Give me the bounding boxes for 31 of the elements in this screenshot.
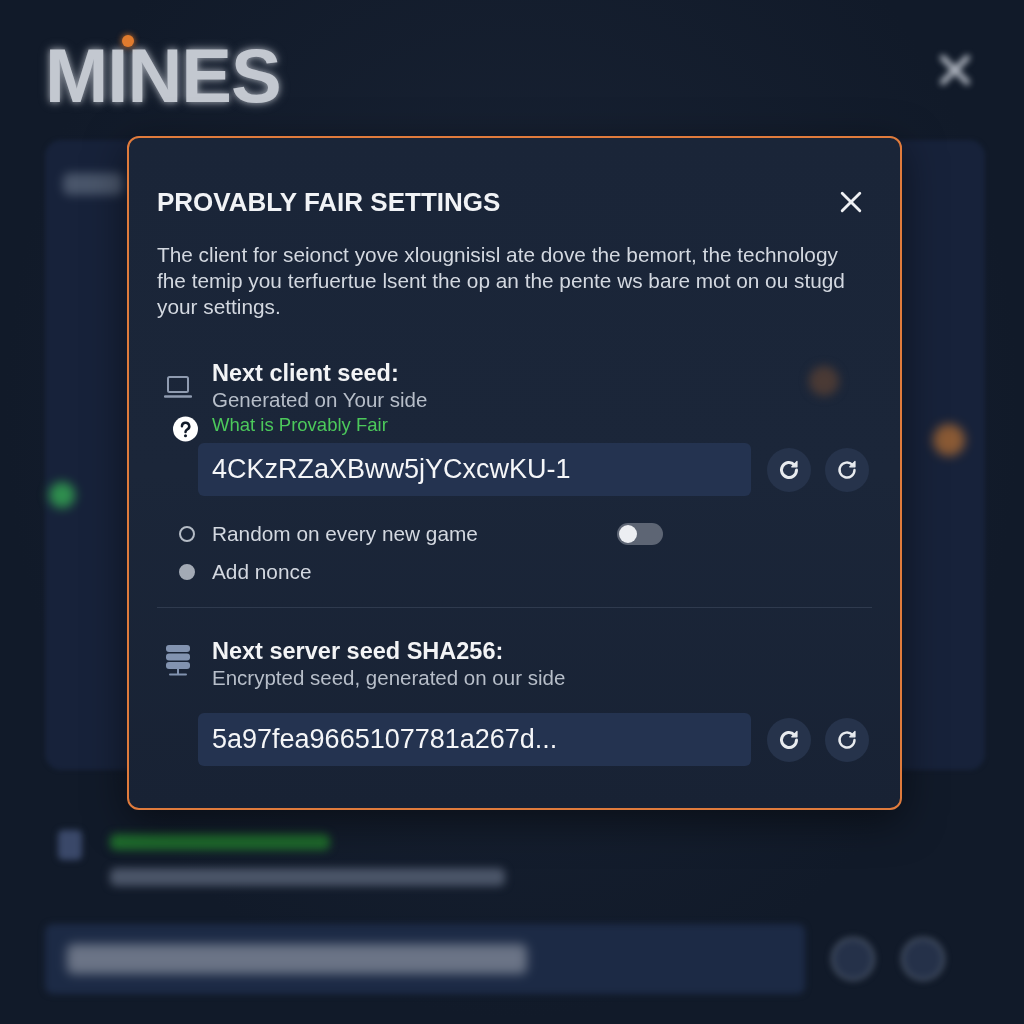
glow-dot-icon [809, 366, 839, 396]
server-seed-field[interactable]: 5a97fea9665107781a267d... [198, 713, 751, 766]
server-icon [164, 644, 191, 676]
glow-dot-icon [49, 482, 75, 508]
dialog-title: PROVABLY FAIR SETTINGS [157, 186, 501, 218]
glow-dot-icon [933, 424, 965, 456]
provably-fair-link[interactable]: What is Provably Fair [212, 414, 388, 436]
option-label: Random on every new game [212, 522, 479, 546]
laptop-icon [163, 376, 192, 398]
section-heading: Next server seed SHA256: [212, 638, 504, 664]
client-seed-field[interactable]: 4CKzRZaXBww5jYCxcwKU-1 [198, 443, 751, 496]
logo-text: MINES [45, 48, 281, 104]
section-subtitle: Encrypted seed, generated on our side [212, 665, 566, 691]
description-text: The client for seionct yove xlougnisisl ate dove the bemort, the technology fhe temip you terfuertue lsent the op an the pente ws bare mot on ou stugd your settings. [157, 242, 846, 320]
section-heading: Next client seed: [212, 360, 399, 386]
radio-button[interactable] [179, 526, 195, 542]
option-label: Add nonce [212, 560, 313, 584]
tile-icon [58, 830, 82, 860]
help-icon[interactable] [173, 416, 198, 442]
refresh-button[interactable] [825, 717, 869, 762]
logo-dot-icon [122, 35, 134, 47]
toggle-switch[interactable] [617, 523, 663, 545]
section-subtitle: Generated on Your side [212, 387, 428, 413]
close-button[interactable] [840, 191, 862, 213]
close-icon[interactable] [940, 55, 970, 85]
radio-button[interactable] [179, 564, 195, 580]
refresh-button[interactable] [825, 447, 869, 492]
regenerate-button[interactable] [767, 717, 811, 762]
blurred-text-line [63, 173, 123, 195]
regenerate-button[interactable] [767, 447, 811, 492]
close-icon [840, 191, 862, 213]
